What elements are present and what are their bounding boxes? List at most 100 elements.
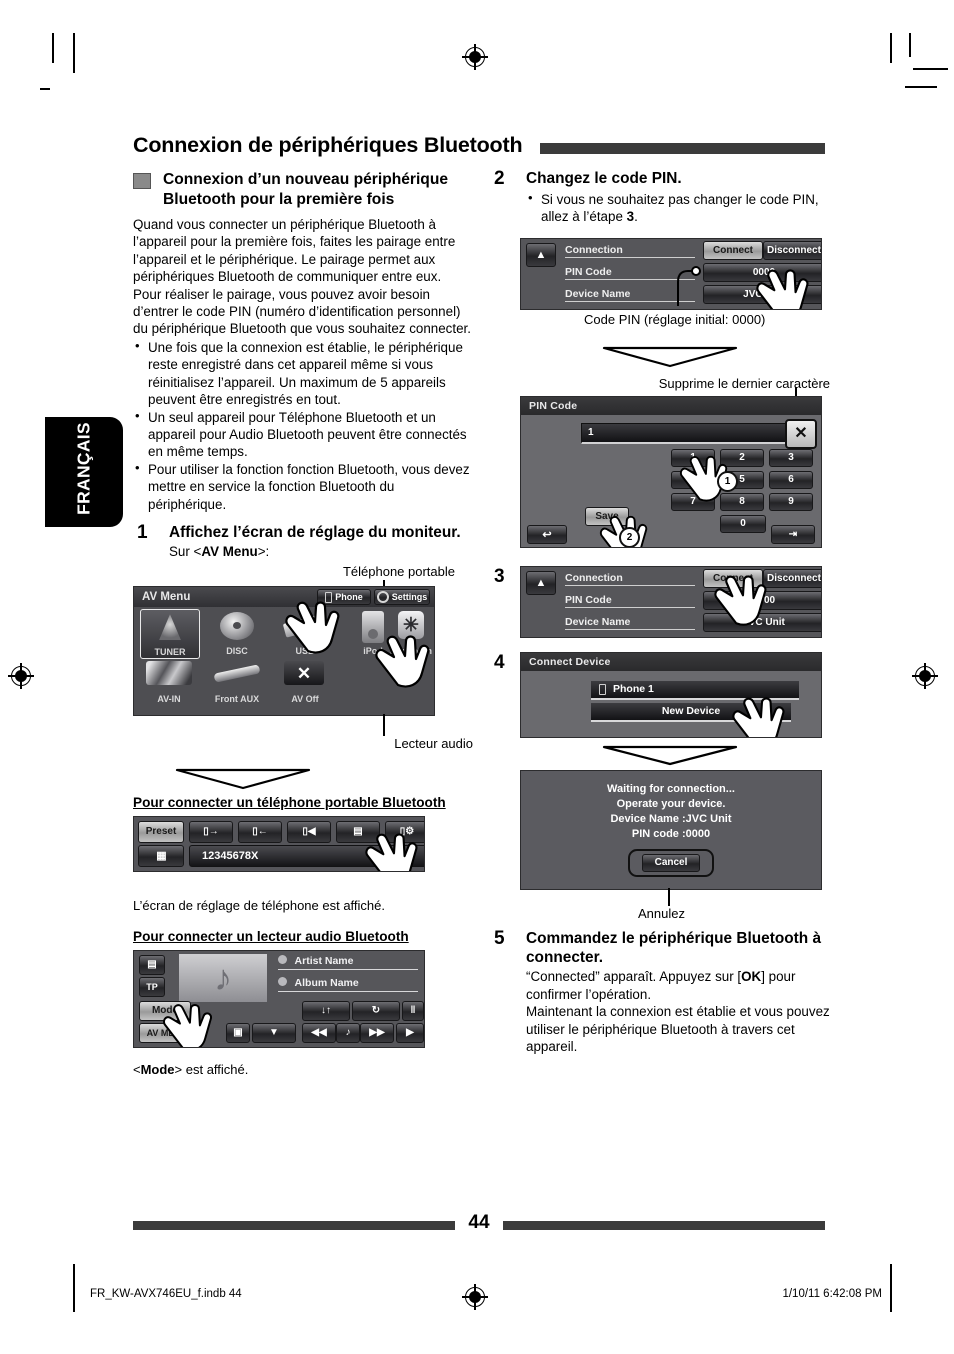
phone-settings-button[interactable]: ▯⚙	[385, 820, 424, 843]
key-1[interactable]: 1	[671, 448, 715, 467]
phone-section-caption: L’écran de réglage de téléphone est affi…	[133, 897, 386, 913]
callout-pin-code: Code PIN (réglage initial: 0000)	[584, 311, 766, 327]
phone-missed-button[interactable]: ▯◀	[287, 820, 331, 843]
connect-button[interactable]: Connect	[703, 568, 763, 588]
callout-cancel: Annulez	[638, 905, 685, 921]
step-marker-2: 2	[619, 526, 640, 547]
row-label-pin-code: PIN Code	[565, 594, 695, 608]
page-title: Connexion de périphériques Bluetooth	[133, 133, 523, 157]
key-9[interactable]: 9	[769, 492, 813, 511]
key-6[interactable]: 6	[769, 470, 813, 489]
step-marker-1: 1	[717, 470, 738, 492]
phone-number-display: 12345678X	[189, 844, 424, 867]
preset-button[interactable]: Preset	[138, 820, 184, 843]
crop-mark-tr-v	[890, 33, 892, 63]
source-usb[interactable]: USB	[276, 609, 334, 657]
waiting-line-4: PIN code :0000	[631, 827, 711, 840]
registration-mark-top	[462, 44, 488, 70]
key-7[interactable]: 7	[671, 492, 715, 511]
key-0[interactable]: 0	[720, 514, 766, 533]
step-title: Commandez le périphérique Bluetooth à co…	[526, 929, 822, 966]
pin-code-value-button[interactable]: 0000	[703, 590, 821, 610]
pause-button[interactable]: ‖	[402, 1000, 424, 1021]
step-body-2: Maintenant la connexion est établie et v…	[526, 1004, 830, 1055]
step1-bold: AV Menu	[201, 543, 258, 559]
device-name-value-button[interactable]: JVC Unit	[703, 612, 821, 632]
connect-button[interactable]: Connect	[703, 240, 763, 260]
tuner-icon	[159, 614, 181, 641]
repeat-button[interactable]: ↻	[352, 1000, 400, 1021]
right-column: 2 Changez le code PIN. Si vous ne souhai…	[490, 168, 830, 1056]
phone-dial-in-button[interactable]: ▯←	[238, 820, 282, 843]
settings-button[interactable]: Settings	[374, 589, 430, 606]
key-8[interactable]: 8	[720, 492, 764, 511]
aux-plug-icon	[213, 664, 261, 683]
connect-device-title: Connect Device	[521, 652, 821, 671]
phone-dial-out-button[interactable]: ▯→	[189, 820, 233, 843]
bluetooth-icon: ✳	[398, 611, 424, 640]
crop-mark-tr-h2	[905, 86, 937, 88]
list-item: Si vous ne souhaitez pas changer le code…	[526, 190, 830, 226]
source-av-off[interactable]: ✕ AV Off	[276, 659, 334, 705]
pin-screen-title: PIN Code	[521, 396, 821, 415]
disconnect-button[interactable]: Disconnect	[763, 240, 821, 260]
key-3[interactable]: 3	[769, 448, 813, 467]
band-icon-button[interactable]: ▤	[139, 954, 165, 975]
scroll-up-button[interactable]: ▲	[526, 570, 556, 595]
key-4[interactable]: 4	[671, 470, 715, 489]
back-button[interactable]: ↩	[527, 524, 567, 544]
row-label-connection: Connection	[565, 572, 695, 586]
pin-entry-field[interactable]: 1	[581, 422, 789, 444]
audio-section-caption: <Mode> est affiché.	[133, 1061, 249, 1077]
key-2[interactable]: 2	[720, 448, 764, 467]
step-1: 1 Affichez l’écran de réglage du moniteu…	[133, 522, 473, 560]
exit-button[interactable]: ⇥	[771, 524, 815, 544]
album-art: ♪	[179, 953, 267, 1002]
list-down-button[interactable]: ▼	[252, 1022, 296, 1043]
keypad-icon: ▦	[156, 850, 166, 863]
phone-button[interactable]: Phone	[317, 589, 371, 606]
save-button[interactable]: Save	[585, 506, 629, 526]
source-label: TUNER	[154, 647, 186, 658]
track-note-button[interactable]: ♪	[336, 1022, 360, 1043]
music-note-icon: ♪	[214, 956, 232, 998]
source-disc[interactable]: DISC	[208, 609, 266, 657]
cancel-button[interactable]: Cancel	[642, 853, 700, 872]
source-av-in[interactable]: AV-IN	[140, 659, 198, 705]
step1-suffix: >:	[257, 543, 270, 559]
av-menu-button[interactable]: AV MENU	[139, 1022, 195, 1043]
scroll-up-button[interactable]: ▲	[526, 242, 556, 267]
source-label: AV-IN	[157, 694, 181, 705]
source-tuner[interactable]: TUNER	[140, 609, 200, 660]
source-bluetooth[interactable]: ✳ Bluetooth	[388, 609, 434, 657]
keypad-button[interactable]: ▦	[138, 844, 184, 867]
device-list-item-phone1[interactable]: Phone 1	[591, 680, 799, 700]
next-track-button[interactable]: ▶▶	[360, 1022, 394, 1043]
delete-char-button[interactable]: ✕	[785, 418, 817, 449]
phone-section-heading: Pour connecter un téléphone portable Blu…	[133, 795, 446, 811]
page-number: 44	[468, 1212, 490, 1233]
disconnect-button[interactable]: Disconnect	[763, 568, 821, 588]
waiting-line-1: Waiting for connection...	[607, 782, 735, 795]
bt-audio-screen: ▤ TP ♪ Artist Name Album Name Mode AV ME…	[133, 949, 425, 1048]
phone-missed-icon: ▯◀	[302, 826, 316, 838]
section-square-icon	[133, 173, 151, 189]
source-front-aux[interactable]: Front AUX	[208, 659, 266, 705]
step-number: 2	[494, 168, 505, 189]
intro-bullet-list: Une fois que la connexion est établie, l…	[133, 338, 473, 513]
person-icon	[278, 954, 287, 964]
shuffle-button[interactable]: ↓↑	[302, 1000, 350, 1021]
album-row: Album Name	[278, 976, 418, 992]
device-list-item-new-device[interactable]: New Device	[591, 702, 791, 722]
crop-mark-tr-v2	[909, 33, 911, 57]
phone-book-button[interactable]: ▤	[336, 820, 380, 843]
folder-button[interactable]: ▣	[226, 1022, 250, 1043]
registration-mark-right	[912, 663, 938, 689]
step-title: Changez le code PIN.	[526, 170, 682, 187]
mode-button[interactable]: Mode	[139, 1000, 191, 1021]
close-icon: ✕	[794, 424, 808, 442]
tp-button[interactable]: TP	[139, 976, 165, 997]
play-button[interactable]: ▶	[396, 1022, 424, 1043]
crop-mark-bl-v	[73, 1264, 75, 1312]
previous-track-button[interactable]: ◀◀	[302, 1022, 336, 1043]
